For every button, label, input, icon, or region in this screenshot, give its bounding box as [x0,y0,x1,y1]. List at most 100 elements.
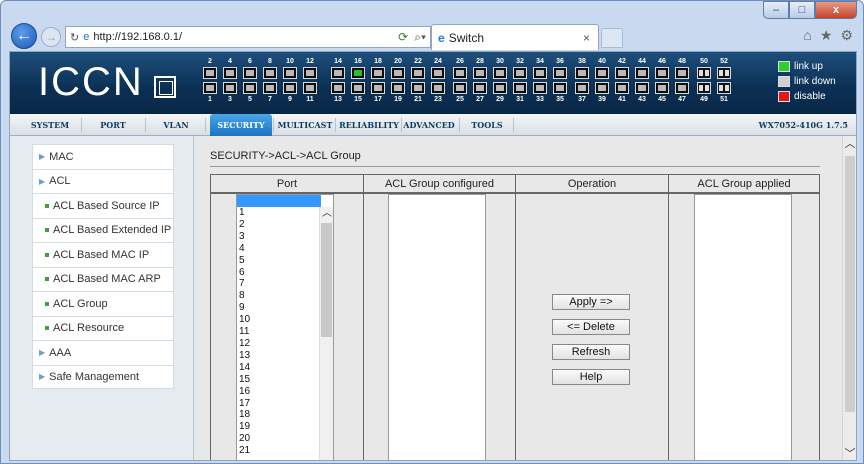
port-52-icon[interactable] [717,67,731,79]
port-25-icon[interactable] [453,82,467,94]
sidebar-item-acl[interactable]: ▶ ACL [32,168,174,193]
port-31-icon[interactable] [513,82,527,94]
port-34-icon[interactable] [533,67,547,79]
browser-tab[interactable]: e Switch × [431,24,599,50]
compat-view-icon[interactable]: ⟳ [398,30,408,45]
port-22-icon[interactable] [411,67,425,79]
port-33-icon[interactable] [533,82,547,94]
back-button[interactable]: ← [11,23,37,49]
port-1-icon[interactable] [203,82,217,94]
port-46-icon[interactable] [655,67,669,79]
scroll-thumb[interactable] [321,223,332,337]
port-option[interactable]: 17 [239,398,319,410]
page-scrollbar[interactable]: ︿ ﹀ [842,136,856,460]
port-option[interactable]: 5 [239,255,319,267]
port-listbox[interactable]: 1 2 3 4 5 6 7 8 9 10 11 12 13 14 15 16 17 18 19 20 21 ︿ [236,194,334,460]
sidebar-item-aaa[interactable]: ▶ AAA [32,340,174,365]
port-51-icon[interactable] [717,82,731,94]
menu-item-port[interactable]: PORT [82,114,144,136]
sidebar-item-mac[interactable]: ▶ MAC [32,144,174,169]
port-option[interactable]: 21 [239,445,319,457]
port-option[interactable]: 18 [239,409,319,421]
port-36-icon[interactable] [553,67,567,79]
sidebar-item-acl-group[interactable]: ACL Group [32,291,174,316]
home-icon[interactable]: ⌂ [803,27,811,44]
port-5-icon[interactable] [243,82,257,94]
selected-port-row[interactable] [237,195,321,207]
port-47-icon[interactable] [675,82,689,94]
sidebar-item-acl-resource[interactable]: ACL Resource [32,315,174,340]
port-4-icon[interactable] [223,67,237,79]
port-29-icon[interactable] [493,82,507,94]
port-50-icon[interactable] [697,67,711,79]
delete-button[interactable]: <= Delete [552,319,630,335]
port-24-icon[interactable] [431,67,445,79]
page-scroll-thumb[interactable] [845,156,855,412]
port-option[interactable]: 16 [239,386,319,398]
port-27-icon[interactable] [473,82,487,94]
port-28-icon[interactable] [473,67,487,79]
port-39-icon[interactable] [595,82,609,94]
port-11-icon[interactable] [303,82,317,94]
port-49-icon[interactable] [697,82,711,94]
port-option[interactable]: 13 [239,350,319,362]
port-15-icon[interactable] [351,82,365,94]
refresh-icon[interactable]: ↻ [70,31,79,44]
port-9-icon[interactable] [283,82,297,94]
maximize-button[interactable]: □ [789,1,815,19]
port-option[interactable]: 4 [239,243,319,255]
port-option[interactable]: 20 [239,433,319,445]
port-option[interactable]: 3 [239,231,319,243]
port-6-icon[interactable] [243,67,257,79]
port-41-icon[interactable] [615,82,629,94]
port-43-icon[interactable] [635,82,649,94]
port-30-icon[interactable] [493,67,507,79]
settings-icon[interactable]: ⚙ [840,27,853,44]
apply-button[interactable]: Apply => [552,294,630,310]
port-option[interactable]: 11 [239,326,319,338]
page-scroll-up-icon[interactable]: ︿ [843,136,856,152]
new-tab-button[interactable] [601,28,623,48]
port-44-icon[interactable] [635,67,649,79]
sidebar-item-acl-based-extended-ip[interactable]: ACL Based Extended IP [32,217,174,242]
port-20-icon[interactable] [391,67,405,79]
port-option[interactable]: 8 [239,290,319,302]
menu-item-tools[interactable]: TOOLS [462,114,512,136]
port-2-icon[interactable] [203,67,217,79]
refresh-button[interactable]: Refresh [552,344,630,360]
acl-group-applied-listbox[interactable] [694,194,792,460]
menu-item-advanced[interactable]: ADVANCED [400,114,458,136]
port-option[interactable]: 12 [239,338,319,350]
port-42-icon[interactable] [615,67,629,79]
port-48-icon[interactable] [675,67,689,79]
port-23-icon[interactable] [431,82,445,94]
sidebar-item-acl-based-mac-arp[interactable]: ACL Based MAC ARP [32,266,174,291]
sidebar-item-safe-management[interactable]: ▶ Safe Management [32,364,174,389]
port-option[interactable]: 19 [239,421,319,433]
port-26-icon[interactable] [453,67,467,79]
port-13-icon[interactable] [331,82,345,94]
sidebar-item-acl-based-source-ip[interactable]: ACL Based Source IP [32,193,174,218]
forward-button[interactable]: → [41,27,61,47]
port-18-icon[interactable] [371,67,385,79]
port-19-icon[interactable] [391,82,405,94]
port-list-scrollbar[interactable]: ︿ [319,207,333,460]
port-option[interactable]: 1 [239,207,319,219]
port-40-icon[interactable] [595,67,609,79]
address-bar[interactable]: ↻ e http://192.168.0.1/ ⟳ ⌕▾ [65,26,431,48]
port-10-icon[interactable] [283,67,297,79]
close-window-button[interactable]: x [815,1,857,19]
menu-item-security[interactable]: SECURITY [210,114,272,136]
port-7-icon[interactable] [263,82,277,94]
port-38-icon[interactable] [575,67,589,79]
tab-close-icon[interactable]: × [583,31,590,45]
port-32-icon[interactable] [513,67,527,79]
page-scroll-down-icon[interactable]: ﹀ [843,446,856,460]
menu-item-system[interactable]: SYSTEM [20,114,80,136]
port-8-icon[interactable] [263,67,277,79]
menu-item-vlan[interactable]: VLAN [148,114,204,136]
sidebar-item-acl-based-mac-ip[interactable]: ACL Based MAC IP [32,242,174,267]
port-21-icon[interactable] [411,82,425,94]
favorites-icon[interactable]: ★ [820,27,833,44]
port-option[interactable]: 6 [239,267,319,279]
